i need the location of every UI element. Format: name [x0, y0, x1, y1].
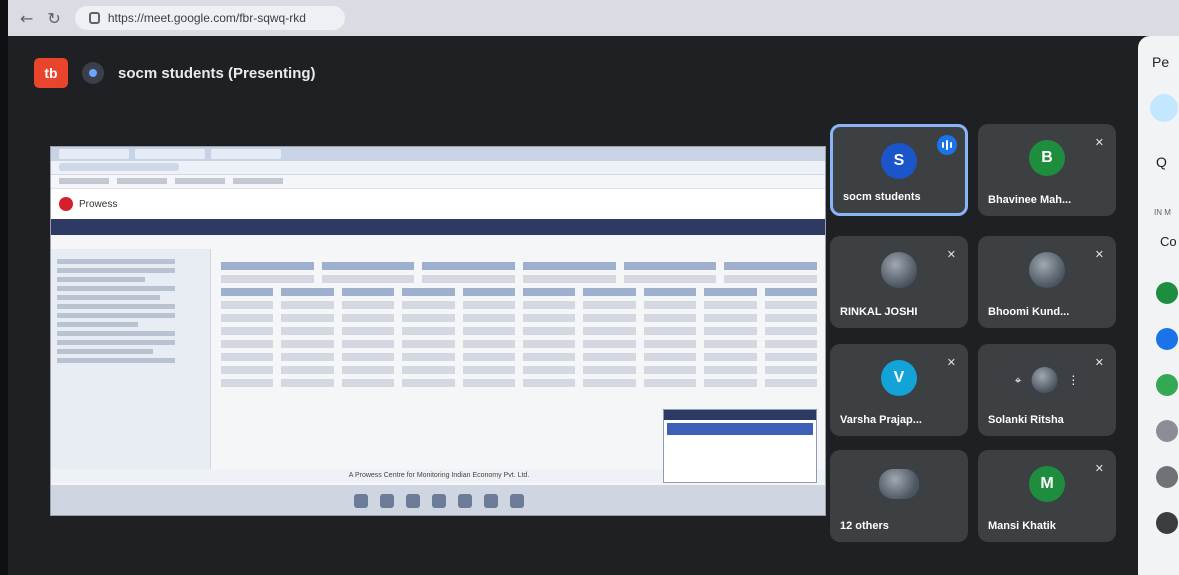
- participant-tile-mansi[interactable]: ✕ M Mansi Khatik: [978, 450, 1116, 542]
- shared-menu-bar: [51, 219, 825, 235]
- participant-tile-rinkal[interactable]: ✕ RINKAL JOSHI: [830, 236, 968, 328]
- prowess-logo-icon: [59, 197, 73, 211]
- avatar: [881, 252, 917, 288]
- contributors-label: Co: [1160, 234, 1177, 249]
- more-vert-icon[interactable]: ⋮: [1067, 373, 1079, 387]
- avatar: B: [1029, 140, 1065, 176]
- browser-toolbar: ← ↻ https://meet.google.com/fbr-sqwq-rkd: [8, 0, 1179, 36]
- participant-name: Solanki Ritsha: [988, 414, 1064, 426]
- avatar: [1156, 420, 1178, 442]
- mic-off-icon: ✕: [1094, 249, 1104, 261]
- mic-off-icon: ✕: [946, 249, 956, 261]
- mic-off-icon: ✕: [1094, 357, 1104, 369]
- presentation-title: socm students (Presenting): [118, 64, 316, 82]
- avatar: [1156, 374, 1178, 396]
- section-label: IN M: [1154, 208, 1171, 217]
- reload-icon[interactable]: ↻: [47, 9, 60, 28]
- shared-browser-tabs: [51, 147, 825, 161]
- participant-tile-bhavinee[interactable]: ✕ B Bhavinee Mah...: [978, 124, 1116, 216]
- avatar: [1156, 466, 1178, 488]
- group-avatar-icon: [879, 469, 919, 499]
- avatar: [1156, 512, 1178, 534]
- mic-off-icon: ✕: [1094, 463, 1104, 475]
- participant-tile-socm-students[interactable]: S socm students: [830, 124, 968, 216]
- avatar: [1029, 252, 1065, 288]
- meet-header: tb socm students (Presenting): [34, 58, 316, 88]
- mic-off-icon: ✕: [1094, 137, 1104, 149]
- avatar: V: [881, 360, 917, 396]
- address-bar[interactable]: https://meet.google.com/fbr-sqwq-rkd: [74, 6, 345, 30]
- shared-popup-window: [663, 409, 817, 483]
- participant-name: Varsha Prajap...: [840, 414, 922, 426]
- shared-address-bar: [51, 161, 825, 175]
- participant-tile-solanki[interactable]: ✕ ⌖ ⋮ Solanki Ritsha: [978, 344, 1116, 436]
- shared-taskbar: [51, 485, 825, 515]
- shared-brand-name: Prowess: [79, 198, 118, 210]
- avatar: [1156, 328, 1178, 350]
- search-icon[interactable]: Q: [1156, 154, 1167, 170]
- speaking-indicator-icon: [937, 135, 957, 155]
- participant-name: RINKAL JOSHI: [840, 306, 918, 318]
- meet-main: tb socm students (Presenting) Prowess A …: [8, 36, 1179, 575]
- tile-hover-actions: ⌖ ⋮: [1004, 363, 1090, 397]
- pin-icon[interactable]: ⌖: [1015, 373, 1022, 388]
- participant-tile-varsha[interactable]: ✕ V Varsha Prajap...: [830, 344, 968, 436]
- people-panel: Pe Q IN M Co: [1138, 36, 1179, 575]
- mic-off-icon: ✕: [946, 357, 956, 369]
- participant-tile-others[interactable]: 12 others: [830, 450, 968, 542]
- shared-screen: Prowess A Prowess Centre for Monitoring …: [50, 146, 826, 516]
- meet-logo: tb: [34, 58, 68, 88]
- participant-name: Bhoomi Kund...: [988, 306, 1070, 318]
- avatar: [1031, 367, 1058, 393]
- participant-name: socm students: [843, 191, 921, 203]
- presenting-icon: [82, 62, 104, 84]
- screen: ← ↻ https://meet.google.com/fbr-sqwq-rkd…: [8, 0, 1179, 575]
- participant-name: Mansi Khatik: [988, 520, 1056, 532]
- shared-sidebar: [51, 249, 211, 469]
- back-arrow-icon[interactable]: ←: [20, 9, 33, 28]
- avatar: M: [1029, 466, 1065, 502]
- participant-name: 12 others: [840, 520, 889, 532]
- monitor-photo: ← ↻ https://meet.google.com/fbr-sqwq-rkd…: [0, 0, 1179, 575]
- avatar: S: [881, 143, 917, 179]
- lock-icon: [88, 12, 100, 24]
- people-panel-title: Pe: [1152, 54, 1170, 70]
- url-text: https://meet.google.com/fbr-sqwq-rkd: [107, 11, 306, 25]
- participant-tile-bhoomi[interactable]: ✕ Bhoomi Kund...: [978, 236, 1116, 328]
- avatar: [1156, 282, 1178, 304]
- shared-bookmarks: [51, 175, 825, 189]
- add-people-icon[interactable]: [1150, 94, 1178, 122]
- participant-name: Bhavinee Mah...: [988, 194, 1072, 206]
- shared-brand: Prowess: [51, 189, 825, 219]
